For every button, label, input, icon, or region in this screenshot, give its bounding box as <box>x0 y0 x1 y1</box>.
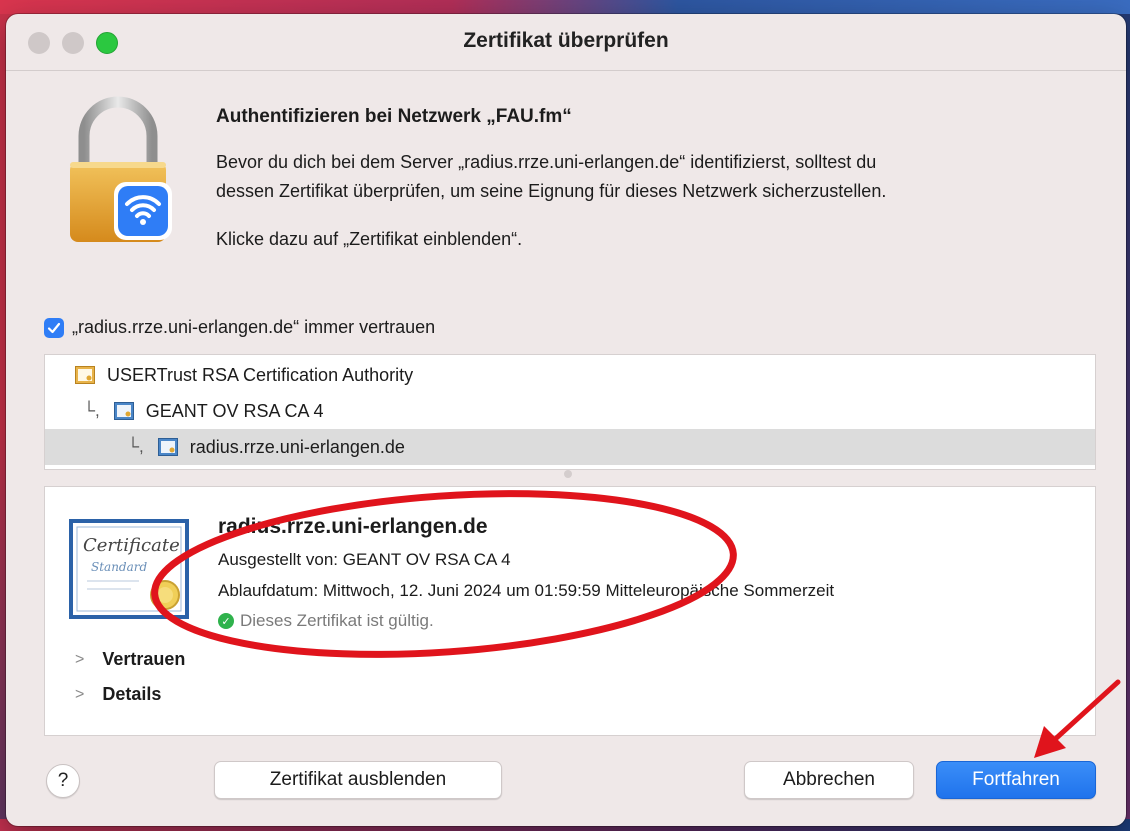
trust-section-toggle[interactable]: > Vertrauen <box>75 649 185 670</box>
chain-item-intermediate[interactable]: └, GEANT OV RSA CA 4 <box>45 393 1095 429</box>
certificate-icon <box>113 402 134 420</box>
certificate-name: radius.rrze.uni-erlangen.de <box>218 515 488 538</box>
continue-button[interactable]: Fortfahren <box>936 761 1096 799</box>
dialog-hint: Klicke dazu auf „Zertifikat einblenden“. <box>216 229 523 249</box>
certificate-status: ✓ Dieses Zertifikat ist gültig. <box>218 611 434 631</box>
window-title: Zertifikat überprüfen <box>463 29 669 52</box>
certificate-status-text: Dieses Zertifikat ist gültig. <box>240 611 434 630</box>
pane-splitter-handle[interactable] <box>564 470 572 478</box>
chain-item-label: radius.rrze.uni-erlangen.de <box>189 436 405 457</box>
always-trust-row: „radius.rrze.uni-erlangen.de“ immer vert… <box>44 317 435 338</box>
child-arrow-icon: └, <box>127 437 144 456</box>
certificate-dialog: Zertifikat überprüfen Authentifizieren b… <box>6 14 1126 826</box>
certificate-icon <box>157 438 178 456</box>
description-line: dessen Zertifikat überprüfen, um seine E… <box>216 181 887 201</box>
certificate-expiry: Ablaufdatum: Mittwoch, 12. Juni 2024 um … <box>218 581 835 600</box>
always-trust-checkbox[interactable] <box>44 317 64 338</box>
chain-item-root[interactable]: USERTrust RSA Certification Authority <box>45 357 1095 393</box>
chain-item-leaf-selected[interactable]: └, radius.rrze.uni-erlangen.de <box>45 429 1095 465</box>
help-button[interactable]: ? <box>46 764 80 798</box>
always-trust-label: „radius.rrze.uni-erlangen.de“ immer vert… <box>72 317 436 337</box>
dialog-description: Bevor du dich bei dem Server „radius.rrz… <box>216 148 1096 206</box>
certificate-details-panel: Certificate Standard radius.rrze.uni-erl… <box>44 486 1096 736</box>
trust-section-label: Vertrauen <box>102 649 186 669</box>
details-section-label: Details <box>102 684 162 704</box>
chain-item-label: GEANT OV RSA CA 4 <box>145 400 324 421</box>
chevron-right-icon: > <box>75 685 85 703</box>
padlock-wifi-icon <box>70 96 172 242</box>
chain-item-label: USERTrust RSA Certification Authority <box>107 364 414 385</box>
svg-text:Standard: Standard <box>91 560 147 574</box>
valid-check-icon: ✓ <box>218 613 234 629</box>
description-line: Bevor du dich bei dem Server „radius.rrz… <box>216 152 877 172</box>
certificate-large-icon: Certificate Standard <box>69 519 189 619</box>
hide-certificate-button[interactable]: Zertifikat ausblenden <box>214 761 502 799</box>
svg-text:Certificate: Certificate <box>83 535 180 556</box>
dialog-heading: Authentifizieren bei Netzwerk „FAU.fm“ <box>216 106 572 127</box>
chevron-right-icon: > <box>75 650 85 668</box>
certificate-issuer: Ausgestellt von: GEANT OV RSA CA 4 <box>218 550 511 569</box>
title-bar: Zertifikat überprüfen <box>6 14 1126 71</box>
cancel-button[interactable]: Abbrechen <box>744 761 914 799</box>
desktop-background-top <box>0 0 1130 14</box>
details-section-toggle[interactable]: > Details <box>75 684 161 705</box>
certificate-chain-tree: USERTrust RSA Certification Authority └,… <box>44 354 1096 470</box>
child-arrow-icon: └, <box>83 401 100 420</box>
certificate-icon <box>75 366 95 384</box>
checkmark-icon <box>47 322 61 333</box>
